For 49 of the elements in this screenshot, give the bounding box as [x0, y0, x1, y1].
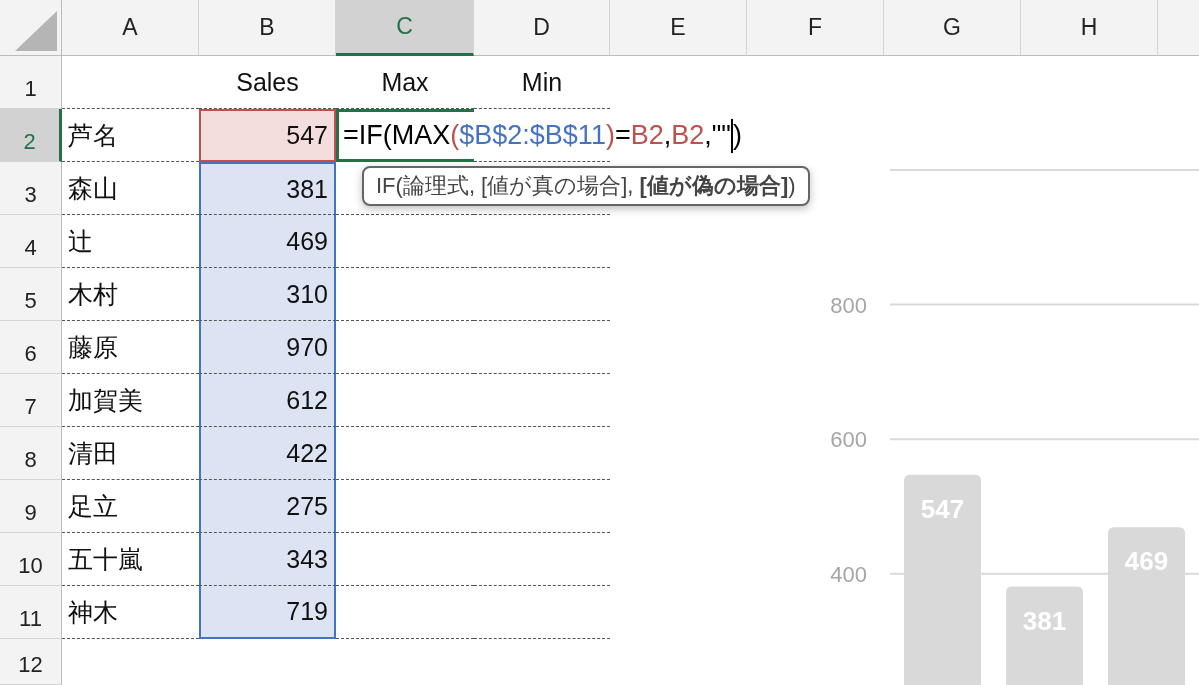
select-all-icon[interactable]: [15, 11, 57, 51]
column-header[interactable]: E: [610, 0, 747, 56]
axis-label: 600: [830, 427, 867, 453]
column-header[interactable]: H: [1021, 0, 1158, 56]
function-tooltip: IF(論理式, [値が真の場合], [値が偽の場合]): [362, 166, 810, 206]
table-cell: 970: [199, 321, 336, 374]
column-header[interactable]: B: [199, 0, 336, 56]
column-header[interactable]: [1158, 0, 1199, 56]
table-cell: 神木: [62, 586, 199, 639]
table-cell: 加賀美: [62, 374, 199, 427]
row-header[interactable]: 12: [0, 639, 62, 685]
row-header[interactable]: 1: [0, 56, 62, 109]
row-header[interactable]: 8: [0, 427, 62, 480]
table-cell: 469: [199, 215, 336, 268]
column-header[interactable]: D: [474, 0, 610, 56]
row-header[interactable]: 5: [0, 268, 62, 321]
table-cell: Sales: [199, 56, 336, 109]
column-header[interactable]: F: [747, 0, 884, 56]
table-cell: 547: [199, 109, 336, 162]
table-cell: 足立: [62, 480, 199, 533]
row-header[interactable]: 4: [0, 215, 62, 268]
table-cell: 辻: [62, 215, 199, 268]
row-header[interactable]: 9: [0, 480, 62, 533]
column-header[interactable]: A: [62, 0, 199, 56]
table-cell: 612: [199, 374, 336, 427]
row-header[interactable]: 11: [0, 586, 62, 639]
table-cell: 清田: [62, 427, 199, 480]
row-header[interactable]: 7: [0, 374, 62, 427]
row-header[interactable]: 10: [0, 533, 62, 586]
table-cell: 422: [199, 427, 336, 480]
table-cell: 芦名: [62, 109, 199, 162]
table-cell: 森山: [62, 162, 199, 215]
table-cell: 木村: [62, 268, 199, 321]
table-cell: 藤原: [62, 321, 199, 374]
table-cell: 343: [199, 533, 336, 586]
axis-label: 400: [830, 561, 867, 587]
column-header[interactable]: G: [884, 0, 1021, 56]
table-cell: 五十嵐: [62, 533, 199, 586]
table-cell: 719: [199, 586, 336, 639]
table-cell: Min: [474, 56, 610, 109]
table-cell: 310: [199, 268, 336, 321]
table-cell: 381: [199, 162, 336, 215]
row-header[interactable]: 2: [0, 109, 62, 162]
row-header[interactable]: 3: [0, 162, 62, 215]
column-header[interactable]: C: [336, 0, 474, 56]
table-cell: 275: [199, 480, 336, 533]
axis-label: 800: [830, 292, 867, 318]
table-cell: Max: [336, 56, 474, 109]
row-header[interactable]: 6: [0, 321, 62, 374]
